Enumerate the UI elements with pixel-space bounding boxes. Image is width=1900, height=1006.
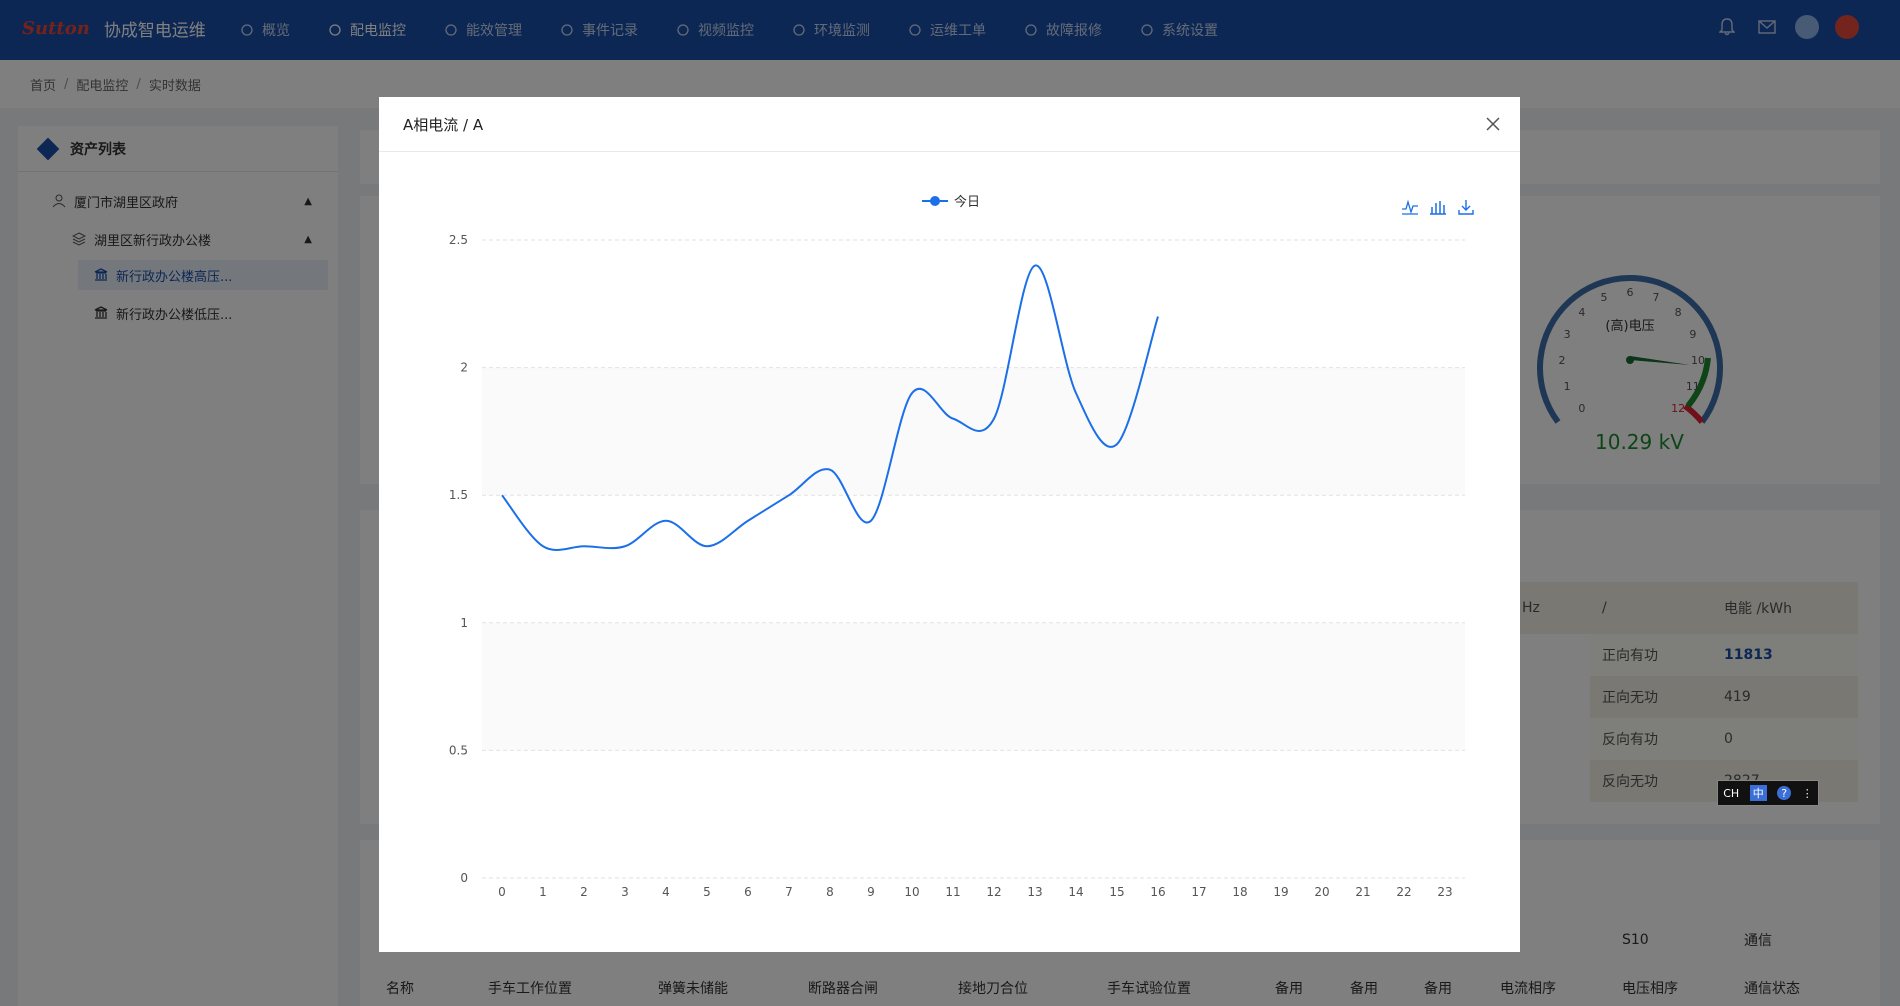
help-icon[interactable]: ? xyxy=(1777,786,1792,800)
x-tick-label: 2 xyxy=(580,885,588,899)
x-tick-label: 4 xyxy=(662,885,670,899)
ime-menu-icon[interactable]: ⋮ xyxy=(1802,787,1813,800)
ime-language[interactable]: CH xyxy=(1723,787,1739,800)
x-tick-label: 9 xyxy=(867,885,875,899)
x-tick-label: 14 xyxy=(1068,885,1083,899)
x-tick-label: 5 xyxy=(703,885,711,899)
x-tick-label: 7 xyxy=(785,885,793,899)
chart-modal: A相电流 / A 今日 0 0.5 1 1.5 2 2.5 0 1 2 3 4 5 6 7 8 9 10 11 12… xyxy=(379,97,1520,952)
x-tick-label: 10 xyxy=(904,885,919,899)
x-tick-label: 3 xyxy=(621,885,629,899)
line-chart: 00.511.522.50 1 2 3 4 5 6 7 8 9 10 11 12 13 14 15 16 17 18… xyxy=(449,233,1465,899)
grid-band xyxy=(482,367,1465,496)
x-tick-label: 23 xyxy=(1437,885,1452,899)
x-tick-label: 8 xyxy=(826,885,834,899)
x-tick-label: 18 xyxy=(1232,885,1247,899)
x-tick-label: 12 xyxy=(986,885,1001,899)
y-tick-label: 1.5 xyxy=(449,488,468,502)
x-tick-label: 11 xyxy=(945,885,960,899)
x-tick-label: 6 xyxy=(744,885,752,899)
x-tick-label: 15 xyxy=(1109,885,1124,899)
x-tick-label: 0 xyxy=(498,885,506,899)
grid-band xyxy=(482,622,1465,751)
x-tick-label: 21 xyxy=(1355,885,1370,899)
x-tick-label: 13 xyxy=(1027,885,1042,899)
x-tick-label: 1 xyxy=(539,885,547,899)
ime-toolbar[interactable]: CH 中 ? ⋮ xyxy=(1717,780,1819,806)
y-tick-label: 1 xyxy=(460,616,468,630)
y-tick-label: 0.5 xyxy=(449,743,468,757)
x-tick-label: 19 xyxy=(1273,885,1288,899)
y-tick-label: 2.5 xyxy=(449,233,468,247)
ime-mode-icon[interactable]: 中 xyxy=(1749,785,1767,801)
x-tick-label: 22 xyxy=(1396,885,1411,899)
x-tick-label: 20 xyxy=(1314,885,1329,899)
y-tick-label: 0 xyxy=(460,871,468,885)
y-tick-label: 2 xyxy=(460,361,468,375)
x-tick-label: 17 xyxy=(1191,885,1206,899)
x-tick-label: 16 xyxy=(1150,885,1165,899)
